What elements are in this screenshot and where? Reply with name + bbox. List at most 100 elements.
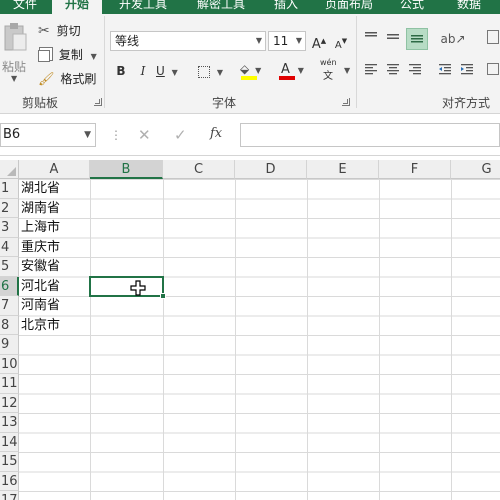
cell-a5[interactable]: 安徽省: [21, 257, 60, 277]
cell-a1[interactable]: 湖北省: [21, 179, 60, 199]
align-right-button[interactable]: [406, 62, 424, 80]
row-header[interactable]: 16: [0, 471, 19, 491]
clipboard-dialog-launcher-icon[interactable]: [94, 98, 102, 106]
column-header-b[interactable]: B: [90, 160, 163, 179]
chevron-down-icon: ▼: [297, 66, 304, 75]
chevron-down-icon: ▼: [344, 66, 351, 75]
chevron-down-icon: ▼: [90, 52, 97, 61]
cell-a8[interactable]: 北京市: [21, 316, 60, 336]
wrap-text-button[interactable]: [484, 30, 500, 48]
font-dialog-launcher-icon[interactable]: [342, 98, 350, 106]
grow-font-icon: A: [311, 37, 321, 52]
tab-insert[interactable]: 插入: [266, 0, 306, 14]
name-box[interactable]: B6 ▼: [0, 123, 96, 147]
tab-developer[interactable]: 开发工具: [110, 0, 176, 14]
row-header[interactable]: 5: [0, 257, 19, 277]
formula-bar: B6 ▼ ⋮ ✕ ✓ fx: [0, 114, 500, 156]
italic-button[interactable]: I: [134, 62, 152, 80]
row-header[interactable]: 13: [0, 413, 19, 433]
row-header[interactable]: 1: [0, 179, 19, 199]
formula-input[interactable]: [240, 123, 500, 147]
shrink-font-button[interactable]: A▼: [332, 32, 350, 51]
top-align-button[interactable]: [362, 30, 380, 48]
paste-button[interactable]: 粘贴 ▼: [0, 18, 30, 83]
align-left-button[interactable]: [362, 62, 380, 80]
font-color-button[interactable]: A ▼: [278, 60, 310, 80]
tab-home[interactable]: 开始: [52, 0, 102, 14]
column-header-c[interactable]: C: [163, 160, 235, 179]
insert-function-button[interactable]: fx: [210, 126, 222, 141]
bold-button[interactable]: B: [112, 62, 130, 80]
cut-button[interactable]: ✂ 剪切: [38, 22, 81, 40]
enter-check-icon[interactable]: ✓: [174, 126, 187, 144]
chevron-down-icon: ▼: [84, 130, 91, 140]
phonetic-guide-button[interactable]: wén 文 ▼: [320, 58, 352, 84]
row-header[interactable]: 10: [0, 354, 19, 374]
row-header[interactable]: 11: [0, 374, 19, 394]
row-header[interactable]: 8: [0, 315, 19, 335]
increase-indent-button[interactable]: [458, 62, 476, 80]
chevron-down-icon: ▼: [216, 68, 223, 77]
font-name-combo[interactable]: 等线 ▼: [110, 31, 266, 51]
shrink-font-icon: A: [334, 40, 342, 51]
tab-page-layout[interactable]: 页面布局: [316, 0, 382, 14]
row-header[interactable]: 12: [0, 393, 19, 413]
chevron-down-icon: ▼: [255, 36, 262, 45]
column-header-d[interactable]: D: [235, 160, 307, 179]
row-header[interactable]: 15: [0, 452, 19, 472]
cell-a3[interactable]: 上海市: [21, 218, 60, 238]
column-header-a[interactable]: A: [19, 160, 90, 179]
grow-font-button[interactable]: A▲: [310, 32, 328, 52]
format-painter-button[interactable]: 🖌 格式刷: [38, 70, 96, 88]
scissors-icon: ✂: [38, 23, 50, 39]
cell-a2[interactable]: 湖南省: [21, 199, 60, 219]
font-size-value: 11: [273, 34, 289, 48]
tab-data[interactable]: 数据: [446, 0, 492, 14]
font-size-combo[interactable]: 11 ▼: [268, 31, 306, 51]
tab-decrypt-tools[interactable]: 解密工具: [188, 0, 254, 14]
decrease-indent-button[interactable]: [436, 62, 454, 80]
align-center-button[interactable]: [384, 62, 402, 80]
brush-icon: 🖌: [38, 72, 55, 87]
underline-button[interactable]: U ▼: [156, 62, 186, 80]
increase-indent-icon: [461, 64, 473, 75]
borders-icon: [198, 65, 210, 78]
cell-a7[interactable]: 河南省: [21, 296, 60, 316]
merge-center-button[interactable]: [484, 62, 500, 80]
tab-file[interactable]: 文件: [0, 0, 50, 14]
align-right-icon: [409, 64, 421, 75]
active-cell-b6[interactable]: [89, 275, 164, 297]
column-header-g[interactable]: G: [451, 160, 500, 179]
column-header-f[interactable]: F: [379, 160, 451, 179]
decrease-indent-icon: [439, 64, 451, 75]
paste-label: 粘贴: [2, 60, 27, 74]
borders-button[interactable]: ▼: [198, 62, 232, 80]
tab-formulas[interactable]: 公式: [392, 0, 432, 14]
row-header[interactable]: 3: [0, 218, 19, 238]
row-header-selected[interactable]: 6: [0, 276, 19, 296]
column-header-e[interactable]: E: [307, 160, 379, 179]
gridline: [90, 179, 91, 500]
bold-icon: B: [116, 64, 126, 78]
row-header[interactable]: 17: [0, 491, 19, 500]
fill-color-button[interactable]: ⬙ ▼: [240, 60, 274, 80]
row-header[interactable]: 9: [0, 335, 19, 355]
fill-handle[interactable]: [160, 293, 166, 299]
copy-button[interactable]: 复制 ▼: [38, 46, 97, 64]
cell-area[interactable]: [19, 179, 500, 500]
cell-a4[interactable]: 重庆市: [21, 238, 60, 258]
middle-align-button[interactable]: [384, 30, 402, 48]
font-color-swatch: [279, 76, 295, 80]
row-header[interactable]: 2: [0, 198, 19, 218]
cancel-icon[interactable]: ✕: [138, 126, 151, 144]
bottom-align-button[interactable]: [406, 28, 428, 50]
select-all-button[interactable]: [0, 160, 19, 179]
cell-a6[interactable]: 河北省: [21, 277, 60, 297]
orientation-button[interactable]: ab↗: [438, 30, 468, 48]
paste-icon: [4, 23, 27, 51]
row-header[interactable]: 14: [0, 432, 19, 452]
wrap-text-icon: [487, 30, 499, 44]
row-header[interactable]: 7: [0, 296, 19, 316]
align-left-icon: [365, 64, 377, 75]
row-header[interactable]: 4: [0, 237, 19, 257]
